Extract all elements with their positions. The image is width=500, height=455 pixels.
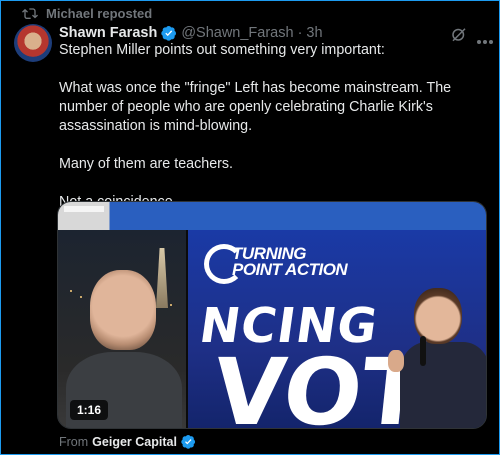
post-paragraph: What was once the "fringe" Left has beco…	[59, 80, 452, 134]
speaker-right-body	[400, 342, 486, 428]
speaker-left-face	[90, 270, 156, 350]
post-header: Shawn Farash @Shawn_Farash · 3h	[59, 24, 323, 42]
video-player[interactable]: TURNING POINT ACTION NCING VOTE 1:16	[57, 201, 487, 429]
source-account-name[interactable]: Geiger Capital	[92, 435, 177, 449]
source-prefix: From	[59, 435, 89, 449]
repost-icon	[22, 6, 38, 20]
author-name[interactable]: Shawn Farash	[59, 25, 157, 41]
post-time[interactable]: 3h	[306, 25, 322, 41]
repost-indicator[interactable]: Michael reposted	[22, 5, 152, 21]
turning-point-logo-text: TURNING POINT ACTION	[232, 244, 348, 279]
video-source-attribution[interactable]: From Geiger Capital	[59, 434, 197, 450]
video-top-banner	[58, 202, 486, 230]
video-right-panel: TURNING POINT ACTION NCING VOTE	[188, 230, 486, 428]
verified-badge-icon	[181, 434, 197, 450]
header-separator: ·	[297, 25, 303, 41]
post-text: Stephen Miller points out something very…	[59, 41, 489, 212]
author-handle[interactable]: @Shawn_Farash	[181, 25, 293, 41]
microphone	[420, 336, 426, 366]
video-duration-badge: 1:16	[70, 400, 109, 420]
repost-label: Michael reposted	[46, 5, 153, 21]
post-paragraph: Stephen Miller points out something very…	[59, 42, 385, 58]
verified-badge-icon[interactable]	[161, 25, 177, 41]
author-avatar[interactable]	[14, 24, 52, 62]
post-paragraph: Many of them are teachers.	[59, 156, 234, 172]
